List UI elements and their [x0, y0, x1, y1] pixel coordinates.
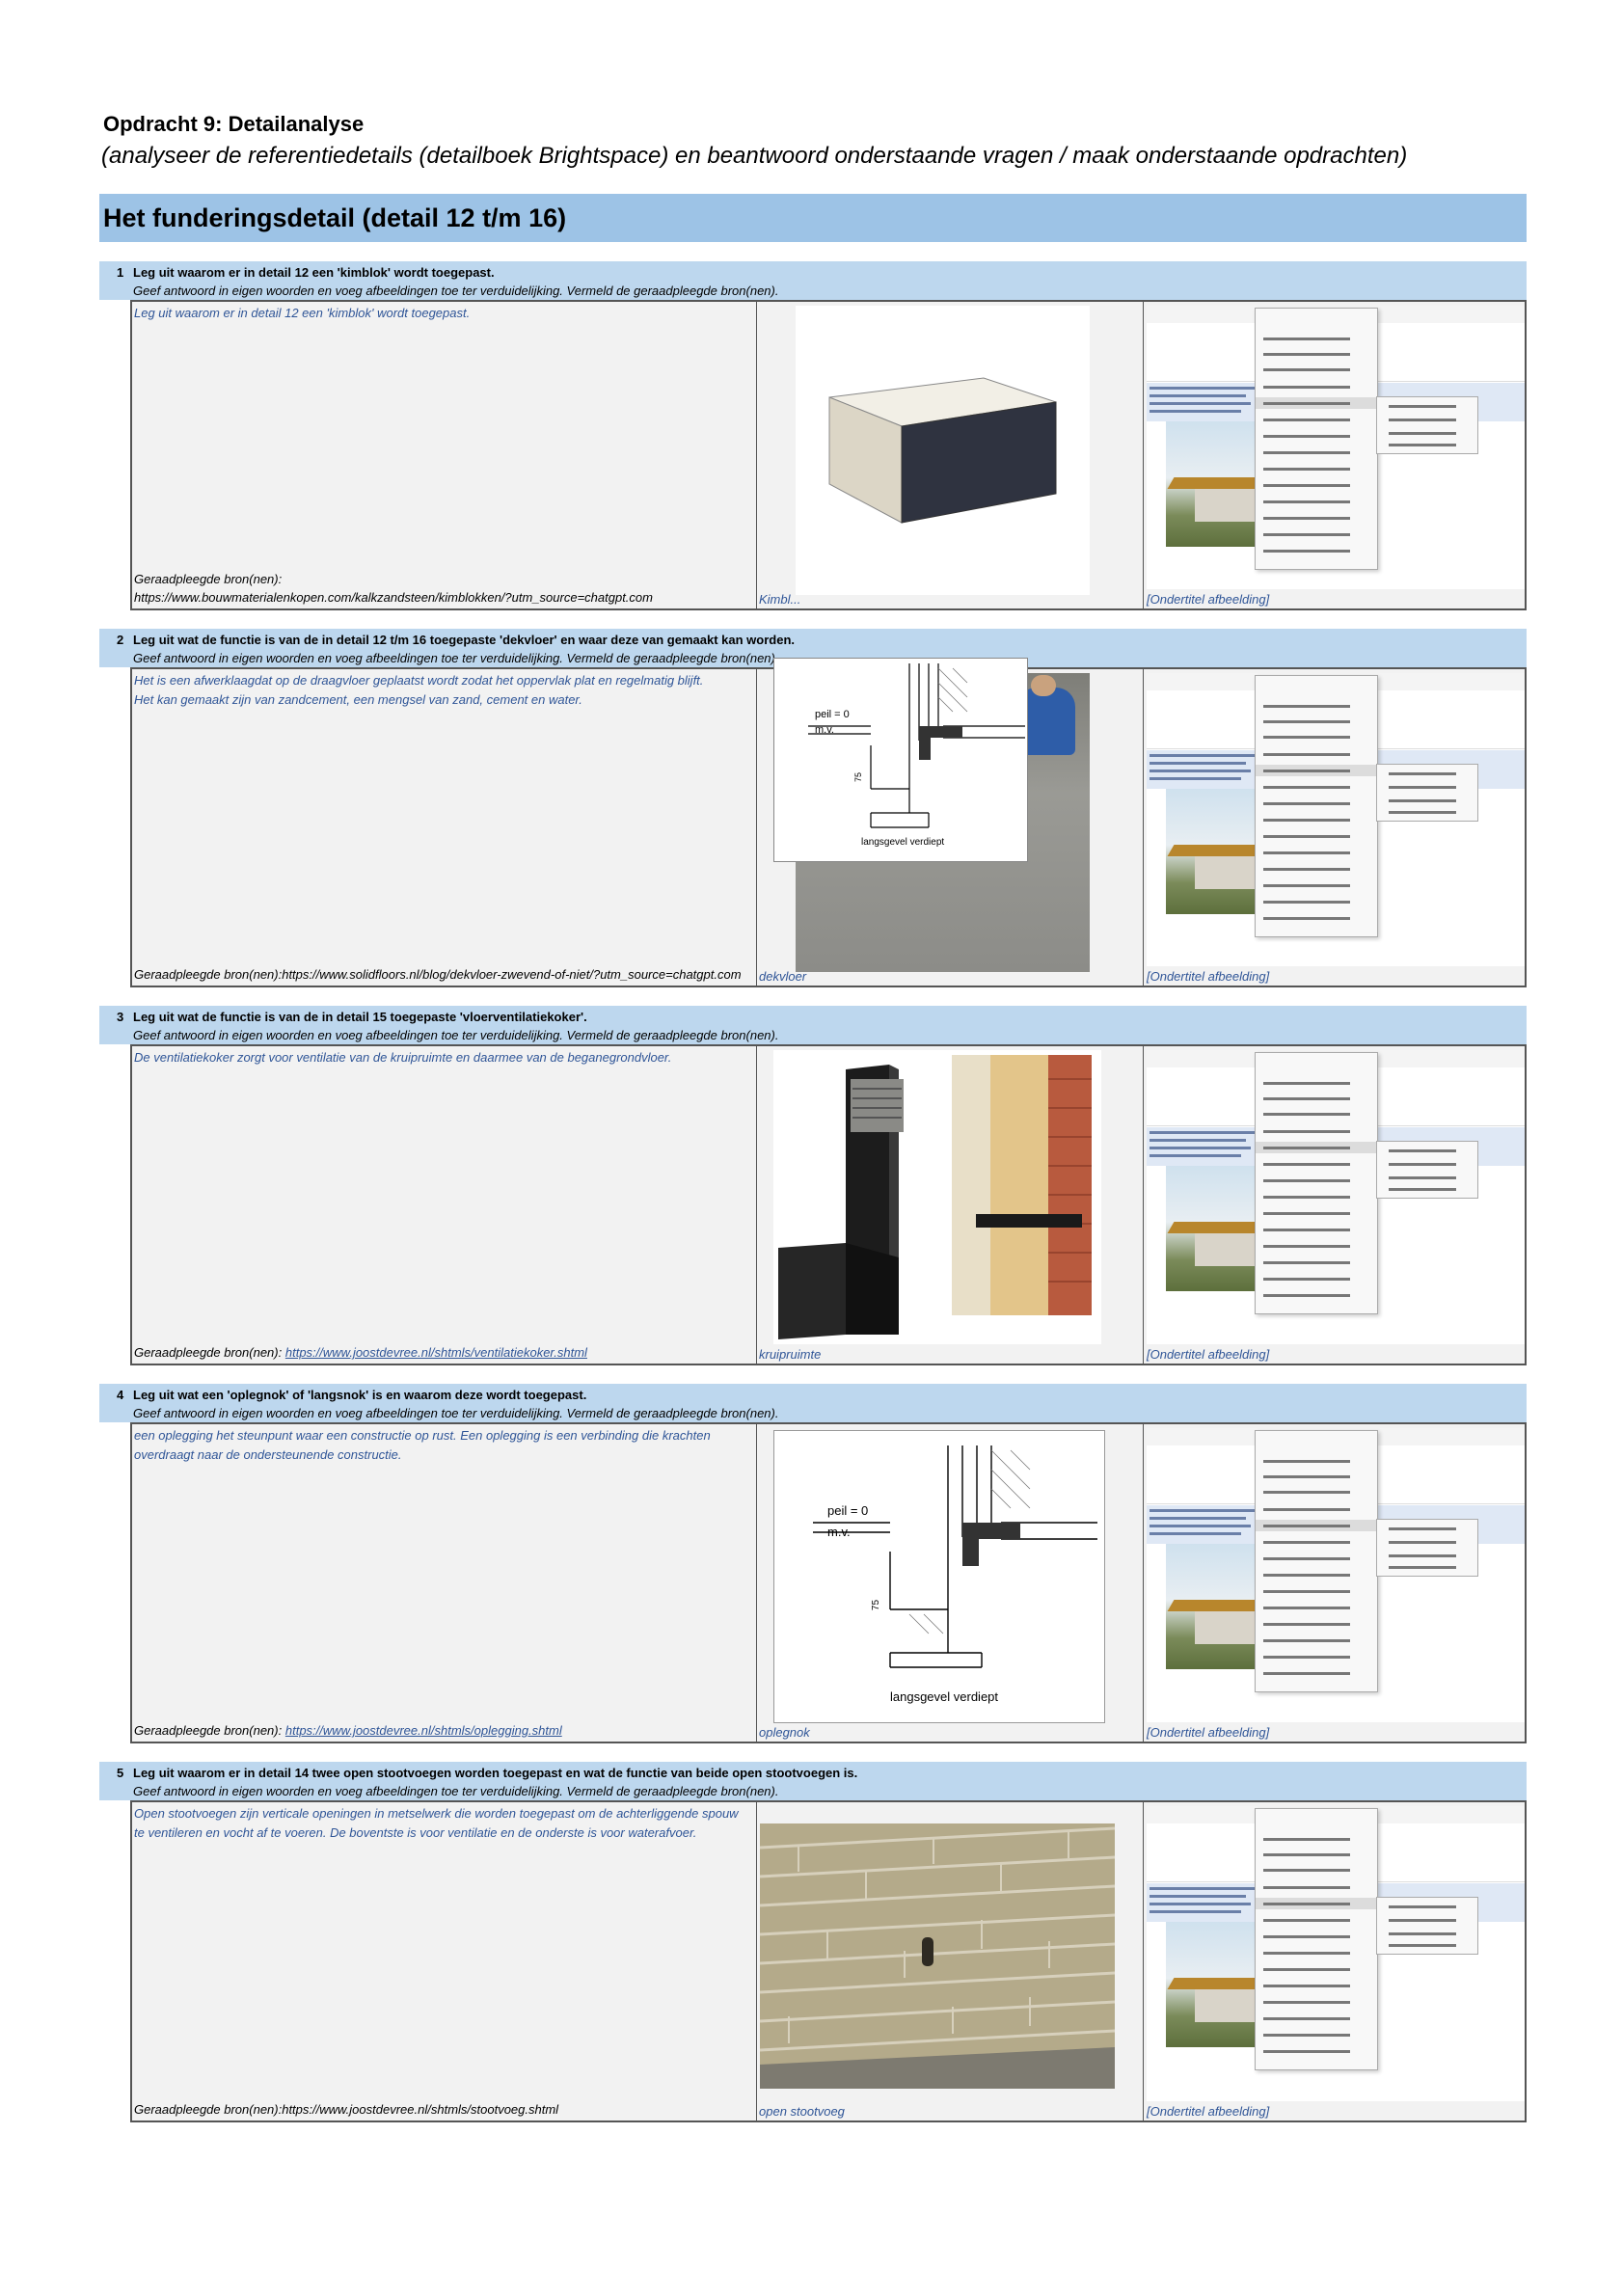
source-link[interactable]: https://www.joostdevree.nl/shtmls/oplegg… [285, 1723, 562, 1738]
image-caption: [Ondertitel afbeelding] [1147, 1347, 1270, 1362]
source-label: Geraadpleegde bron(nen): [134, 572, 283, 586]
section-header: Het funderingsdetail (detail 12 t/m 16) [99, 194, 1527, 242]
screenshot-image [1147, 1050, 1525, 1344]
detail-drawing: peil = 0 m.v. 75 langsgevel verdiept [773, 658, 1028, 862]
answer-box: Het is een afwerklaagdat op de draagvloe… [130, 658, 1527, 987]
question-header: 4 Leg uit wat een 'oplegnok' of 'langsno… [99, 1384, 1527, 1422]
answer-box: Leg uit waarom er in detail 12 een 'kimb… [130, 300, 1527, 610]
answer-text[interactable]: De ventilatiekoker zorgt voor ventilatie… [134, 1048, 751, 1067]
column-divider [1143, 669, 1144, 986]
column-divider [756, 669, 757, 986]
screenshot-image [1147, 306, 1525, 589]
source-block: Geraadpleegde bron(nen):https://www.joos… [134, 2100, 751, 2119]
drawing-label: langsgevel verdiept [861, 837, 945, 848]
page-title: Opdracht 9: Detailanalyse [103, 112, 365, 136]
drawing-label: 75 [853, 771, 864, 783]
question-text: Leg uit waarom er in detail 14 twee open… [133, 1766, 858, 1780]
answer-box: een oplegging het steunpunt waar een con… [130, 1422, 1527, 1743]
question-instruction: Geef antwoord in eigen woorden en voeg a… [133, 651, 779, 665]
question-number: 4 [117, 1388, 124, 1402]
drawing-label: m.v. [827, 1525, 851, 1539]
source-label: Geraadpleegde bron(nen): [134, 1723, 283, 1738]
question-text: Leg uit waarom er in detail 12 een 'kimb… [133, 265, 495, 280]
column-divider [756, 1046, 757, 1364]
ventilatiekoker-image [773, 1050, 1101, 1344]
question-header: 1 Leg uit waarom er in detail 12 een 'ki… [99, 261, 1527, 300]
image-caption: [Ondertitel afbeelding] [1147, 969, 1270, 984]
question-header: 3 Leg uit wat de functie is van de in de… [99, 1006, 1527, 1044]
source-label: Geraadpleegde bron(nen):https://www.soli… [134, 967, 742, 982]
column-divider [1143, 302, 1144, 608]
question-header: 5 Leg uit waarom er in detail 14 twee op… [99, 1762, 1527, 1800]
image-caption: oplegnok [759, 1725, 810, 1740]
image-caption: [Ondertitel afbeelding] [1147, 2104, 1270, 2119]
page-subtitle: (analyseer de referentiedetails (detailb… [101, 143, 1408, 169]
drawing-label: 75 [871, 1599, 882, 1611]
column-divider [756, 1802, 757, 2120]
screenshot-image [1147, 673, 1525, 966]
question-instruction: Geef antwoord in eigen woorden en voeg a… [133, 1784, 779, 1798]
image-caption: Kimbl... [759, 592, 801, 607]
drawing-label: peil = 0 [815, 709, 850, 720]
column-divider [1143, 1424, 1144, 1742]
question-text: Leg uit wat de functie is van de in deta… [133, 633, 796, 647]
answer-text[interactable]: Het is een afwerklaagdat op de draagvloe… [134, 671, 751, 710]
question-number: 1 [117, 265, 124, 280]
drawing-label: m.v. [815, 724, 834, 736]
answer-text[interactable]: Leg uit waarom er in detail 12 een 'kimb… [134, 304, 751, 323]
question-number: 3 [117, 1010, 124, 1024]
question-text: Leg uit wat een 'oplegnok' of 'langsnok'… [133, 1388, 587, 1402]
source-label: Geraadpleegde bron(nen):https://www.joos… [134, 2102, 559, 2117]
source-label: Geraadpleegde bron(nen): [134, 1345, 283, 1360]
column-divider [1143, 1802, 1144, 2120]
source-link[interactable]: https://www.bouwmaterialenkopen.com/kalk… [134, 588, 751, 607]
question-text: Leg uit wat de functie is van de in deta… [133, 1010, 587, 1024]
source-block: Geraadpleegde bron(nen): https://www.joo… [134, 1721, 751, 1740]
column-divider [1143, 1046, 1144, 1364]
drawing-label: langsgevel verdiept [890, 1689, 999, 1704]
question-number: 5 [117, 1766, 124, 1780]
image-caption: kruipruimte [759, 1347, 822, 1362]
kimblok-image [796, 306, 1090, 595]
screenshot-image [1147, 1428, 1525, 1722]
answer-text[interactable]: Open stootvoegen zijn verticale openinge… [134, 1804, 751, 1843]
source-block: Geraadpleegde bron(nen):https://www.soli… [134, 965, 751, 984]
source-block: Geraadpleegde bron(nen): https://www.joo… [134, 1343, 751, 1362]
image-caption: [Ondertitel afbeelding] [1147, 592, 1270, 607]
image-caption: open stootvoeg [759, 2104, 845, 2119]
screenshot-image [1147, 1806, 1525, 2101]
answer-text[interactable]: een oplegging het steunpunt waar een con… [134, 1426, 751, 1465]
stootvoeg-photo [760, 1823, 1115, 2089]
answer-box: Open stootvoegen zijn verticale openinge… [130, 1800, 1527, 2122]
column-divider [756, 1424, 757, 1742]
drawing-label: peil = 0 [827, 1503, 869, 1518]
question-instruction: Geef antwoord in eigen woorden en voeg a… [133, 1406, 779, 1420]
column-divider [756, 302, 757, 608]
question-instruction: Geef antwoord in eigen woorden en voeg a… [133, 1028, 779, 1042]
answer-box: De ventilatiekoker zorgt voor ventilatie… [130, 1044, 1527, 1365]
image-caption: dekvloer [759, 969, 807, 984]
question-instruction: Geef antwoord in eigen woorden en voeg a… [133, 284, 779, 298]
oplegnok-drawing: peil = 0 m.v. 75 langsgevel verdiept [773, 1430, 1105, 1723]
source-block: Geraadpleegde bron(nen): https://www.bou… [134, 570, 751, 607]
source-link[interactable]: https://www.joostdevree.nl/shtmls/ventil… [285, 1345, 587, 1360]
question-number: 2 [117, 633, 124, 647]
image-caption: [Ondertitel afbeelding] [1147, 1725, 1270, 1740]
